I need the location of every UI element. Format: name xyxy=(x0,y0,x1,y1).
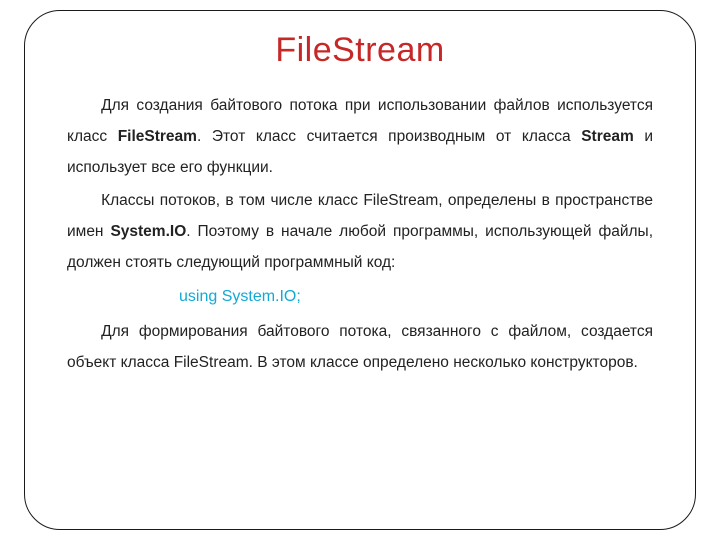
p1-bold-filestream: FileStream xyxy=(118,128,197,145)
paragraph-3: Для формирования байтового потока, связа… xyxy=(67,316,653,378)
paragraph-2: Классы потоков, в том числе класс FileSt… xyxy=(67,185,653,278)
p1-text-c: . Этот класс считается производным от кл… xyxy=(197,128,581,145)
p2-bold-systemio: System.IO xyxy=(110,223,186,240)
slide-card: FileStream Для создания байтового потока… xyxy=(24,10,696,530)
code-line: using System.IO; xyxy=(67,280,653,314)
paragraph-1: Для создания байтового потока при исполь… xyxy=(67,90,653,183)
slide-title: FileStream xyxy=(67,31,653,70)
p1-bold-stream: Stream xyxy=(581,128,634,145)
